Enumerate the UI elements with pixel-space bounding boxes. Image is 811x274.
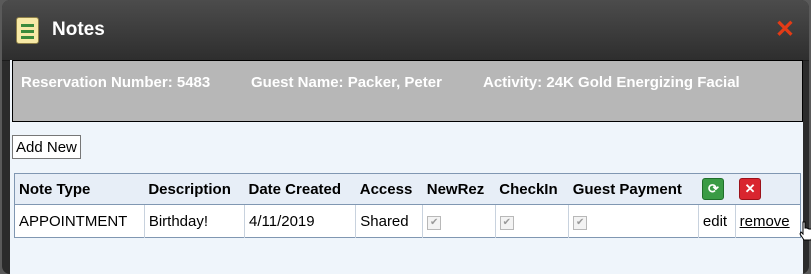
cell-date-created: 4/11/2019: [244, 204, 357, 238]
window-title: Notes: [52, 19, 105, 40]
cell-remove: remove: [735, 204, 801, 238]
notes-content: Reservation Number: 5483 Guest Name: Pac…: [10, 60, 803, 274]
col-description: Description: [144, 173, 245, 205]
col-note-type: Note Type: [14, 173, 145, 205]
cell-note-type: APPOINTMENT: [14, 204, 145, 238]
col-guest-payment: Guest Payment: [568, 173, 699, 205]
cell-description: Birthday!: [144, 204, 246, 238]
guest-payment-checkbox[interactable]: ✔: [573, 216, 588, 230]
cell-access: Shared: [355, 204, 424, 238]
title-bar: Notes ✕: [2, 0, 809, 61]
col-newrez: NewRez: [422, 173, 496, 205]
edit-link[interactable]: edit: [703, 213, 727, 230]
delete-icon[interactable]: ✕: [739, 178, 762, 200]
add-new-button[interactable]: Add New: [12, 135, 81, 159]
cell-edit: edit: [698, 204, 736, 238]
reservation-info-box: Reservation Number: 5483 Guest Name: Pac…: [12, 60, 803, 122]
col-access: Access: [355, 173, 423, 205]
col-delete: ✕: [735, 173, 801, 205]
cell-guest-payment: ✔: [568, 204, 699, 238]
guest-name: Guest Name: Packer, Peter: [251, 74, 442, 91]
close-icon[interactable]: ✕: [775, 18, 795, 42]
cell-newrez: ✔: [422, 204, 496, 238]
col-checkin: CheckIn: [495, 173, 569, 205]
activity-name: Activity: 24K Gold Energizing Facial: [483, 74, 740, 91]
table-header-row: Note Type Description Date Created Acces…: [14, 173, 801, 205]
notes-icon: [16, 17, 39, 44]
cell-checkin: ✔: [495, 204, 570, 238]
col-refresh: ⟳: [698, 173, 736, 205]
notes-window: Notes ✕ Reservation Number: 5483 Guest N…: [2, 0, 809, 274]
table-row: APPOINTMENT Birthday! 4/11/2019 Shared ✔…: [14, 204, 801, 238]
newrez-checkbox[interactable]: ✔: [427, 216, 442, 230]
notes-table: Note Type Description Date Created Acces…: [14, 173, 801, 238]
reservation-number: Reservation Number: 5483: [21, 74, 211, 91]
checkin-checkbox[interactable]: ✔: [499, 216, 514, 230]
hand-cursor-icon: [799, 221, 811, 241]
refresh-icon[interactable]: ⟳: [702, 178, 725, 200]
col-date-created: Date Created: [244, 173, 356, 205]
remove-link[interactable]: remove: [740, 213, 790, 230]
